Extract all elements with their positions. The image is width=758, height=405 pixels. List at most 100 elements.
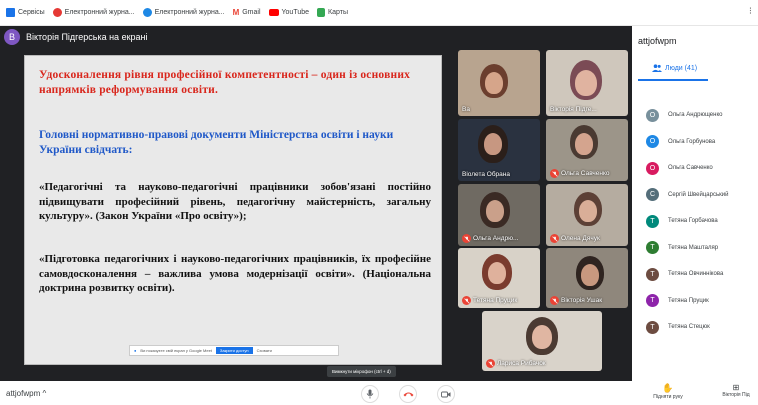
participant-row[interactable]: Т Тетяна Стецюк (646, 314, 756, 341)
bottom-bar: attjofwpm ^ ✋ Підняти руку ⊞ Вікторія Пі… (0, 381, 758, 405)
bookmark-youtube[interactable]: YouTube (268, 9, 310, 16)
bookmark-label: Електронний журна... (154, 9, 225, 16)
tile-name: Олена Дячук (550, 234, 600, 243)
end-call-icon (403, 392, 413, 397)
avatar: Т (646, 241, 659, 255)
tile-name: Тетяна Пруцик (462, 296, 517, 305)
tab-indicator (638, 79, 708, 81)
people-panel: attjofwpm Люди (41) О Ольга Андрющенко ОО… (632, 26, 758, 381)
participant-row[interactable]: О Ольга Горбунова (646, 129, 756, 156)
present-screen-icon: ⊞ (732, 383, 740, 392)
participant-row[interactable]: Т Тетяна Машталяр (646, 235, 756, 262)
maps-icon (317, 8, 326, 17)
participant-name: Тетяна Овчиннікова (668, 271, 724, 278)
camera-icon (441, 391, 451, 397)
hide-button[interactable]: Сховати (257, 348, 272, 353)
tile-name: Ва (462, 106, 470, 113)
bookmark-journal-2[interactable]: Електронний журна... (142, 8, 225, 17)
video-tile[interactable]: Олена Дячук (546, 184, 628, 246)
avatar: Т (646, 267, 659, 281)
people-tab[interactable]: Люди (41) (652, 64, 697, 72)
slide-quote-2: «Підготовка педагогічних і науково-педаг… (39, 253, 431, 294)
bookmark-journal-1[interactable]: Електронний журна... (52, 8, 135, 17)
avatar: С (646, 188, 659, 202)
avatar: Т (646, 294, 659, 308)
participant-name: Тетяна Стецюк (668, 324, 710, 331)
mic-off-icon (550, 296, 559, 305)
share-text: Ви показуєте свій екран у Google Meet (140, 348, 212, 353)
presenting-button[interactable]: ⊞ Вікторія Під (714, 383, 758, 398)
avatar: О (646, 108, 659, 122)
bookmarks-bar: Сервісы Електронний журна... Електронний… (0, 0, 758, 26)
hand-icon: ✋ (662, 383, 674, 393)
bookmark-label: Карты (328, 9, 348, 16)
leave-call-button[interactable] (399, 385, 417, 403)
mic-button[interactable] (361, 385, 379, 403)
presenter-label: Вікторія Підгерська на екрані (26, 32, 148, 42)
bookmark-apps[interactable]: Сервісы (6, 8, 45, 17)
participant-row[interactable]: О Ольга Андрющенко (646, 102, 756, 129)
bookmark-label: Електронний журна... (64, 9, 135, 16)
participant-name: Тетяна Пруцик (668, 297, 709, 304)
youtube-icon (268, 9, 279, 16)
participant-name: Сергій Швейцарський (668, 191, 729, 198)
mic-off-icon (486, 359, 495, 368)
video-tile[interactable]: Вікторія Ушак (546, 248, 628, 308)
tile-name: Віолета Обрана (462, 171, 510, 178)
mic-off-icon (550, 169, 559, 178)
raise-hand-label: Підняти руку (653, 394, 683, 400)
participant-row[interactable]: Т Тетяна Горбачова (646, 208, 756, 235)
participant-name: Ольга Савченко (668, 165, 713, 172)
bookmark-gmail[interactable]: M Gmail (233, 8, 261, 17)
shared-screen: Удосконалення рівня професійної компетен… (24, 55, 442, 365)
people-icon (652, 64, 662, 72)
avatar: О (646, 161, 659, 175)
bookmark-label: YouTube (281, 9, 310, 16)
video-tile[interactable]: Віолета Обрана (458, 119, 540, 181)
bookmark-label: Сервісы (18, 9, 45, 16)
slide-quote-1: «Педагогічні та науково-педагогічні прац… (39, 181, 431, 222)
participant-row[interactable]: О Ольга Савченко (646, 155, 756, 182)
video-tile[interactable]: Ольга Андрю... (458, 184, 540, 246)
slide-heading: Удосконалення рівня професійної компетен… (39, 69, 411, 96)
video-tile[interactable]: Вікторія Підге... (546, 50, 628, 116)
avatar: О (646, 135, 659, 149)
screen-share-bar: ● Ви показуєте свій екран у Google Meet … (129, 345, 339, 356)
video-tile[interactable]: Ва (458, 50, 540, 116)
journal-icon (142, 8, 152, 17)
meeting-details-button[interactable]: attjofwpm ^ (6, 389, 46, 398)
camera-button[interactable] (437, 385, 455, 403)
avatar: Т (646, 214, 659, 228)
video-tile[interactable]: Лариса Рибачок (482, 311, 602, 371)
bookmark-label: Gmail (242, 9, 261, 16)
mic-off-icon (462, 296, 471, 305)
bookmark-maps[interactable]: Карты (317, 8, 348, 17)
participant-name: Тетяна Машталяр (668, 244, 719, 251)
presenting-label: Вікторія Під (722, 392, 750, 398)
more-icon[interactable]: ⁝ (749, 6, 752, 17)
mic-off-icon (550, 234, 559, 243)
participant-name: Тетяна Горбачова (668, 218, 718, 225)
people-tab-label: Люди (41) (665, 64, 698, 72)
video-tile[interactable]: Ольга Савченко (546, 119, 628, 181)
participants-list: О Ольга Андрющенко О Ольга Горбунова О Ольг… (646, 102, 756, 341)
journal-icon (52, 8, 62, 17)
tile-name: Вікторія Ушак (550, 296, 602, 305)
stop-sharing-button[interactable]: Закрити доступ (215, 347, 253, 354)
participant-row[interactable]: С Сергій Швейцарський (646, 182, 756, 209)
avatar: Т (646, 320, 659, 334)
participant-row[interactable]: Т Тетяна Овчиннікова (646, 261, 756, 288)
tile-name: Вікторія Підге... (550, 106, 597, 113)
presenter-bar: В Вікторія Підгерська на екрані (0, 26, 455, 48)
participant-name: Ольга Андрющенко (668, 112, 723, 119)
mic-icon (366, 389, 374, 399)
mic-tooltip: Вимкнути мікрофон (ctrl + d) (327, 366, 396, 377)
mic-off-icon (462, 234, 471, 243)
tile-name: Ольга Андрю... (462, 234, 518, 243)
meeting-code: attjofwpm (638, 36, 677, 46)
video-tile[interactable]: Тетяна Пруцик (458, 248, 540, 308)
participant-row[interactable]: Т Тетяна Пруцик (646, 288, 756, 315)
tile-name: Ольга Савченко (550, 169, 609, 178)
share-info-icon: ● (134, 348, 137, 353)
raise-hand-button[interactable]: ✋ Підняти руку (648, 383, 688, 400)
